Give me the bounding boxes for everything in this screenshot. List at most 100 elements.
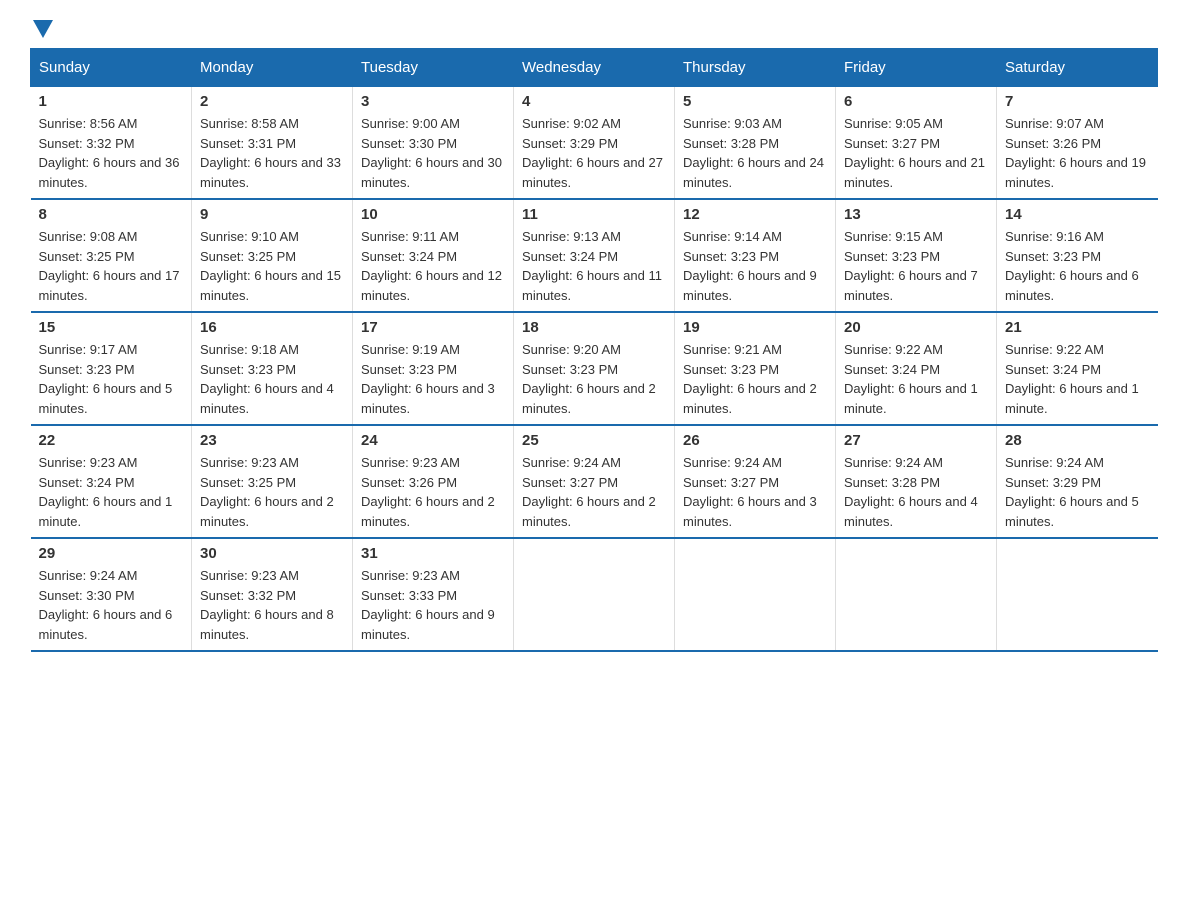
sunset-label: Sunset: 3:33 PM	[361, 588, 457, 603]
sunrise-label: Sunrise: 9:11 AM	[361, 229, 459, 244]
day-number: 4	[522, 93, 666, 110]
daylight-label: Daylight: 6 hours and 15 minutes.	[200, 268, 341, 303]
sunrise-label: Sunrise: 9:16 AM	[1005, 229, 1104, 244]
calendar-cell: 14 Sunrise: 9:16 AM Sunset: 3:23 PM Dayl…	[997, 199, 1158, 312]
sunrise-label: Sunrise: 9:23 AM	[200, 455, 299, 470]
sunset-label: Sunset: 3:23 PM	[844, 249, 940, 264]
daylight-label: Daylight: 6 hours and 17 minutes.	[39, 268, 180, 303]
calendar-cell: 31 Sunrise: 9:23 AM Sunset: 3:33 PM Dayl…	[353, 538, 514, 651]
sunset-label: Sunset: 3:23 PM	[522, 362, 618, 377]
day-number: 29	[39, 545, 184, 562]
sunset-label: Sunset: 3:25 PM	[200, 475, 296, 490]
day-info: Sunrise: 9:24 AM Sunset: 3:27 PM Dayligh…	[683, 453, 827, 531]
calendar-week-3: 15 Sunrise: 9:17 AM Sunset: 3:23 PM Dayl…	[31, 312, 1158, 425]
weekday-header-thursday: Thursday	[675, 49, 836, 87]
daylight-label: Daylight: 6 hours and 3 minutes.	[683, 494, 817, 529]
daylight-label: Daylight: 6 hours and 2 minutes.	[683, 381, 817, 416]
calendar-cell: 1 Sunrise: 8:56 AM Sunset: 3:32 PM Dayli…	[31, 87, 192, 200]
logo-triangle-icon	[33, 20, 53, 38]
calendar-cell: 11 Sunrise: 9:13 AM Sunset: 3:24 PM Dayl…	[514, 199, 675, 312]
sunrise-label: Sunrise: 9:07 AM	[1005, 116, 1104, 131]
day-info: Sunrise: 9:24 AM Sunset: 3:28 PM Dayligh…	[844, 453, 988, 531]
sunset-label: Sunset: 3:25 PM	[200, 249, 296, 264]
sunrise-label: Sunrise: 9:24 AM	[522, 455, 621, 470]
sunrise-label: Sunrise: 9:05 AM	[844, 116, 943, 131]
sunrise-label: Sunrise: 9:24 AM	[844, 455, 943, 470]
daylight-label: Daylight: 6 hours and 27 minutes.	[522, 155, 663, 190]
sunset-label: Sunset: 3:24 PM	[1005, 362, 1101, 377]
day-number: 14	[1005, 206, 1150, 223]
day-info: Sunrise: 9:02 AM Sunset: 3:29 PM Dayligh…	[522, 114, 666, 192]
calendar-cell: 10 Sunrise: 9:11 AM Sunset: 3:24 PM Dayl…	[353, 199, 514, 312]
day-number: 16	[200, 319, 344, 336]
daylight-label: Daylight: 6 hours and 12 minutes.	[361, 268, 502, 303]
calendar-cell: 2 Sunrise: 8:58 AM Sunset: 3:31 PM Dayli…	[192, 87, 353, 200]
sunrise-label: Sunrise: 9:14 AM	[683, 229, 782, 244]
day-number: 31	[361, 545, 505, 562]
day-info: Sunrise: 9:22 AM Sunset: 3:24 PM Dayligh…	[1005, 340, 1150, 418]
daylight-label: Daylight: 6 hours and 6 minutes.	[1005, 268, 1139, 303]
calendar-cell	[514, 538, 675, 651]
day-number: 19	[683, 319, 827, 336]
sunset-label: Sunset: 3:29 PM	[1005, 475, 1101, 490]
calendar-cell: 5 Sunrise: 9:03 AM Sunset: 3:28 PM Dayli…	[675, 87, 836, 200]
calendar-cell: 18 Sunrise: 9:20 AM Sunset: 3:23 PM Dayl…	[514, 312, 675, 425]
sunset-label: Sunset: 3:31 PM	[200, 136, 296, 151]
daylight-label: Daylight: 6 hours and 9 minutes.	[683, 268, 817, 303]
sunrise-label: Sunrise: 9:24 AM	[39, 568, 138, 583]
day-number: 13	[844, 206, 988, 223]
calendar-cell	[997, 538, 1158, 651]
sunrise-label: Sunrise: 9:00 AM	[361, 116, 460, 131]
day-info: Sunrise: 9:19 AM Sunset: 3:23 PM Dayligh…	[361, 340, 505, 418]
calendar-cell: 30 Sunrise: 9:23 AM Sunset: 3:32 PM Dayl…	[192, 538, 353, 651]
daylight-label: Daylight: 6 hours and 36 minutes.	[39, 155, 180, 190]
calendar-cell: 3 Sunrise: 9:00 AM Sunset: 3:30 PM Dayli…	[353, 87, 514, 200]
day-info: Sunrise: 9:07 AM Sunset: 3:26 PM Dayligh…	[1005, 114, 1150, 192]
sunrise-label: Sunrise: 9:23 AM	[39, 455, 138, 470]
day-number: 30	[200, 545, 344, 562]
sunrise-label: Sunrise: 9:17 AM	[39, 342, 138, 357]
sunrise-label: Sunrise: 9:15 AM	[844, 229, 943, 244]
day-number: 10	[361, 206, 505, 223]
calendar-week-4: 22 Sunrise: 9:23 AM Sunset: 3:24 PM Dayl…	[31, 425, 1158, 538]
day-number: 3	[361, 93, 505, 110]
calendar-cell: 12 Sunrise: 9:14 AM Sunset: 3:23 PM Dayl…	[675, 199, 836, 312]
calendar-cell: 26 Sunrise: 9:24 AM Sunset: 3:27 PM Dayl…	[675, 425, 836, 538]
daylight-label: Daylight: 6 hours and 2 minutes.	[361, 494, 495, 529]
sunset-label: Sunset: 3:26 PM	[361, 475, 457, 490]
sunrise-label: Sunrise: 9:20 AM	[522, 342, 621, 357]
sunset-label: Sunset: 3:24 PM	[844, 362, 940, 377]
day-info: Sunrise: 9:24 AM Sunset: 3:27 PM Dayligh…	[522, 453, 666, 531]
calendar-cell: 9 Sunrise: 9:10 AM Sunset: 3:25 PM Dayli…	[192, 199, 353, 312]
daylight-label: Daylight: 6 hours and 4 minutes.	[844, 494, 978, 529]
calendar-cell: 15 Sunrise: 9:17 AM Sunset: 3:23 PM Dayl…	[31, 312, 192, 425]
calendar-cell: 7 Sunrise: 9:07 AM Sunset: 3:26 PM Dayli…	[997, 87, 1158, 200]
day-info: Sunrise: 9:05 AM Sunset: 3:27 PM Dayligh…	[844, 114, 988, 192]
calendar-cell: 4 Sunrise: 9:02 AM Sunset: 3:29 PM Dayli…	[514, 87, 675, 200]
day-info: Sunrise: 9:23 AM Sunset: 3:25 PM Dayligh…	[200, 453, 344, 531]
day-number: 7	[1005, 93, 1150, 110]
day-info: Sunrise: 9:22 AM Sunset: 3:24 PM Dayligh…	[844, 340, 988, 418]
day-number: 20	[844, 319, 988, 336]
day-number: 5	[683, 93, 827, 110]
day-number: 23	[200, 432, 344, 449]
day-info: Sunrise: 8:58 AM Sunset: 3:31 PM Dayligh…	[200, 114, 344, 192]
sunrise-label: Sunrise: 9:10 AM	[200, 229, 299, 244]
daylight-label: Daylight: 6 hours and 30 minutes.	[361, 155, 502, 190]
sunset-label: Sunset: 3:23 PM	[1005, 249, 1101, 264]
day-info: Sunrise: 9:23 AM Sunset: 3:26 PM Dayligh…	[361, 453, 505, 531]
day-number: 8	[39, 206, 184, 223]
weekday-header-row: SundayMondayTuesdayWednesdayThursdayFrid…	[31, 49, 1158, 87]
calendar-cell: 20 Sunrise: 9:22 AM Sunset: 3:24 PM Dayl…	[836, 312, 997, 425]
sunrise-label: Sunrise: 9:02 AM	[522, 116, 621, 131]
day-number: 25	[522, 432, 666, 449]
daylight-label: Daylight: 6 hours and 19 minutes.	[1005, 155, 1146, 190]
daylight-label: Daylight: 6 hours and 7 minutes.	[844, 268, 978, 303]
calendar-week-2: 8 Sunrise: 9:08 AM Sunset: 3:25 PM Dayli…	[31, 199, 1158, 312]
sunrise-label: Sunrise: 9:22 AM	[844, 342, 943, 357]
calendar-cell: 22 Sunrise: 9:23 AM Sunset: 3:24 PM Dayl…	[31, 425, 192, 538]
weekday-header-friday: Friday	[836, 49, 997, 87]
day-number: 26	[683, 432, 827, 449]
daylight-label: Daylight: 6 hours and 5 minutes.	[39, 381, 173, 416]
logo-text	[30, 20, 56, 38]
